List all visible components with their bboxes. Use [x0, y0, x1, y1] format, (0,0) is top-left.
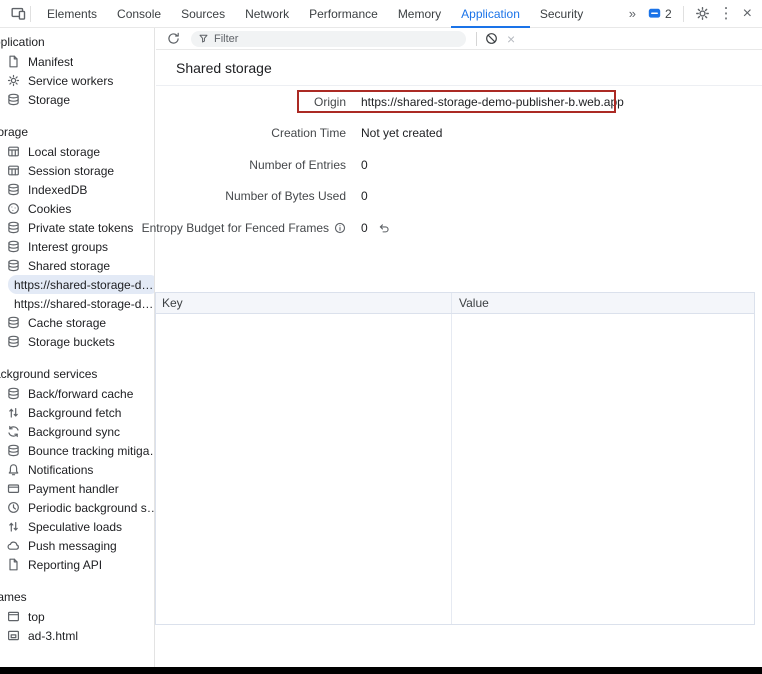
refresh-button[interactable] [162, 32, 185, 45]
issues-icon [648, 7, 661, 20]
report-row-number-of-bytes: Number of Bytes Used 0 [156, 181, 762, 213]
database-icon [7, 240, 20, 253]
database-icon [7, 183, 20, 196]
document-icon [7, 558, 20, 571]
close-icon[interactable]: × [743, 6, 752, 22]
sidebar-item-background-sync[interactable]: Background sync [0, 422, 154, 441]
sidebar-item-cache-storage[interactable]: Cache storage [0, 313, 154, 332]
tab-application[interactable]: Application [451, 0, 530, 28]
sidebar-item-frame-ad3[interactable]: ad-3.html [0, 626, 154, 645]
sidebar-item-speculative-loads[interactable]: Speculative loads [0, 517, 154, 536]
table-icon [7, 145, 20, 158]
clear-all-button[interactable] [485, 32, 498, 45]
sidebar-item-local-storage[interactable]: Local storage [0, 142, 154, 161]
issues-count: 2 [665, 7, 672, 21]
sidebar-item-manifest[interactable]: Manifest [0, 52, 154, 71]
report-row-number-of-entries: Number of Entries 0 [156, 149, 762, 181]
reset-budget-icon[interactable] [378, 222, 390, 234]
tab-performance[interactable]: Performance [299, 0, 388, 28]
sidebar-item-bounce-tracking-mitigations[interactable]: Bounce tracking mitiga… [0, 441, 154, 460]
column-header-key[interactable]: Key [156, 293, 451, 313]
toolbar-divider [683, 6, 684, 22]
sidebar-item-periodic-background-sync[interactable]: Periodic background s… [0, 498, 154, 517]
section-title-background-services: Background services [0, 365, 154, 384]
sync-icon [7, 425, 20, 438]
sidebar-item-background-fetch[interactable]: Background fetch [0, 403, 154, 422]
column-header-value[interactable]: Value [451, 293, 754, 313]
sidebar-item-cookies[interactable]: Cookies [0, 199, 154, 218]
column-divider[interactable] [451, 314, 452, 624]
sidebar-item-frame-top[interactable]: top [0, 607, 154, 626]
cookie-icon [7, 202, 20, 215]
sidebar-item-private-state-tokens[interactable]: Private state tokens [0, 218, 154, 237]
service-workers-icon [7, 74, 20, 87]
sidebar-item-reporting-api[interactable]: Reporting API [0, 555, 154, 574]
info-icon[interactable] [334, 222, 346, 234]
database-icon [7, 259, 20, 272]
sidebar-item-storage[interactable]: Storage [0, 90, 154, 109]
sidebar-item-push-messaging[interactable]: Push messaging [0, 536, 154, 555]
report-row-creation-time: Creation Time Not yet created [156, 118, 762, 150]
entries-table-header: Key Value [156, 293, 754, 314]
sidebar-item-interest-groups[interactable]: Interest groups [0, 237, 154, 256]
tab-elements[interactable]: Elements [37, 0, 107, 28]
iframe-icon [7, 629, 20, 642]
cloud-icon [7, 539, 20, 552]
database-icon [7, 93, 20, 106]
up-down-arrows-icon [7, 520, 20, 533]
up-down-arrows-icon [7, 406, 20, 419]
database-icon [7, 316, 20, 329]
sidebar-item-payment-handler[interactable]: Payment handler [0, 479, 154, 498]
issues-counter[interactable]: 2 [648, 7, 672, 21]
frame-icon [7, 610, 20, 623]
table-icon [7, 164, 20, 177]
sidebar-item-indexeddb[interactable]: IndexedDB [0, 180, 154, 199]
toolbar-divider [476, 32, 477, 46]
tab-security[interactable]: Security [530, 0, 593, 28]
settings-gear-icon[interactable] [695, 6, 710, 21]
panel-toolbar: × [156, 28, 762, 50]
kebab-menu-icon[interactable]: ⋮ [719, 6, 734, 21]
devtools-tabbar: Elements Console Sources Network Perform… [0, 0, 762, 28]
sidebar-item-shared-storage-origin-selected[interactable]: https://shared-storage-d… [0, 275, 154, 294]
section-title-frames: Frames [0, 588, 154, 607]
sidebar-item-back-forward-cache[interactable]: Back/forward cache [0, 384, 154, 403]
clock-icon [7, 501, 20, 514]
devtools-window: Elements Console Sources Network Perform… [0, 0, 762, 674]
toggle-device-toolbar-icon[interactable] [9, 4, 28, 23]
shared-storage-report: Origin https://shared-storage-demo-publi… [156, 86, 762, 244]
tab-network[interactable]: Network [235, 0, 299, 28]
toolbar-divider [30, 6, 31, 22]
sidebar-item-storage-buckets[interactable]: Storage buckets [0, 332, 154, 351]
sidebar-item-shared-storage-origin[interactable]: https://shared-storage-d… [0, 294, 154, 313]
database-icon [7, 335, 20, 348]
more-tabs-chevron[interactable]: » [625, 6, 639, 21]
filter-funnel-icon [198, 33, 209, 44]
section-title-storage: Storage [0, 123, 154, 142]
tab-console[interactable]: Console [107, 0, 171, 28]
filter-field[interactable] [191, 31, 466, 47]
database-icon [7, 387, 20, 400]
delete-selected-icon[interactable]: × [507, 32, 515, 46]
tab-sources[interactable]: Sources [171, 0, 235, 28]
database-icon [7, 221, 20, 234]
application-sidebar: Application Manifest Service workers Sto… [0, 28, 155, 667]
sidebar-item-service-workers[interactable]: Service workers [0, 71, 154, 90]
page-title: Shared storage [156, 60, 272, 76]
card-icon [7, 482, 20, 495]
tab-memory[interactable]: Memory [388, 0, 451, 28]
panel-tabs: Elements Console Sources Network Perform… [37, 0, 593, 28]
sidebar-item-notifications[interactable]: Notifications [0, 460, 154, 479]
bottom-black-bar [0, 667, 762, 674]
entries-table: Key Value [155, 292, 755, 625]
sidebar-item-shared-storage[interactable]: Shared storage [0, 256, 154, 275]
sidebar-item-session-storage[interactable]: Session storage [0, 161, 154, 180]
document-icon [7, 55, 20, 68]
bell-icon [7, 463, 20, 476]
database-icon [7, 444, 20, 457]
section-title-application: Application [0, 33, 154, 52]
report-row-origin: Origin https://shared-storage-demo-publi… [156, 86, 762, 118]
filter-input[interactable] [214, 33, 434, 45]
report-row-entropy-budget: Entropy Budget for Fenced Frames 0 [156, 212, 762, 244]
